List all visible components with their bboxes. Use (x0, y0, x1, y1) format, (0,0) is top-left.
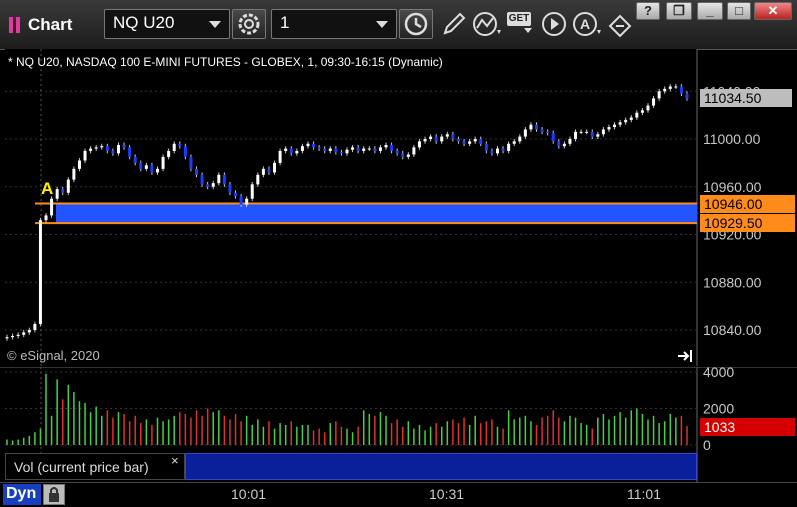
time-axis (0, 482, 797, 507)
chevron-down-icon (524, 28, 532, 33)
close-button[interactable]: ✕ (754, 2, 792, 20)
time-label-3: 11:01 (627, 486, 661, 502)
candle (278, 148, 282, 166)
volume-tick-label: 0 (703, 437, 711, 453)
chart-title: * NQ U20, NASDAQ 100 E-MINI FUTURES - GL… (8, 55, 443, 69)
dyn-mode-button[interactable]: Dyn (3, 484, 41, 505)
volume-close-icon[interactable]: × (171, 453, 179, 468)
cursor-icon[interactable] (606, 10, 634, 38)
interval-combo[interactable]: 1 (271, 9, 397, 39)
time-label-2: 10:31 (429, 486, 465, 502)
candle (50, 196, 54, 218)
marker-a[interactable]: A (41, 179, 53, 198)
price-tick-label: 10960.00 (703, 179, 762, 195)
upper-level-tag: 10946.00 (700, 195, 795, 213)
lock-button[interactable] (43, 484, 65, 505)
pencil-icon[interactable] (440, 10, 468, 38)
volume-info-bar (185, 453, 697, 480)
symbol-combo[interactable]: NQ U20 (104, 9, 230, 39)
time-label-1: 10:01 (231, 486, 267, 502)
volume-tick-label: 2000 (703, 401, 734, 417)
chart-window: Chart NQ U20 1 GET A ? ❐ _ □ ✕ 10840.00 1… (0, 0, 797, 507)
settings-icon (238, 13, 260, 35)
volume-tag: 1033 (700, 418, 795, 436)
restore-button[interactable]: ❐ (666, 2, 692, 20)
interval-value: 1 (280, 13, 290, 32)
get-button[interactable]: GET (507, 12, 535, 33)
svg-text:A: A (580, 16, 590, 32)
window-title: Chart (28, 15, 73, 34)
price-tick-label: 10840.00 (703, 322, 762, 338)
play-icon[interactable] (540, 10, 568, 38)
price-chart[interactable]: 10840.0010880.0010920.0010960.0011000.00… (0, 49, 797, 366)
maximize-button[interactable]: □ (727, 2, 751, 20)
chart-app-icon (8, 16, 24, 39)
clock-icon (404, 12, 428, 36)
scroll-to-end-icon[interactable] (677, 349, 695, 363)
time-button[interactable] (399, 9, 433, 39)
settings-button[interactable] (232, 9, 266, 39)
lower-level-tag: 10929.50 (700, 214, 795, 232)
candle (250, 181, 254, 202)
indicator-icon[interactable] (472, 10, 506, 38)
chevron-down-icon[interactable] (209, 21, 221, 28)
last-price-tag: 11034.50 (700, 89, 792, 107)
price-tick-label: 10880.00 (703, 274, 762, 290)
level-band[interactable] (56, 203, 697, 224)
candle (66, 177, 70, 196)
price-tick-label: 11000.00 (703, 131, 761, 147)
minimize-button[interactable]: _ (697, 2, 723, 20)
chevron-down-icon[interactable] (376, 21, 388, 28)
alert-icon[interactable]: A (572, 10, 606, 38)
copyright-text: © eSignal, 2020 (7, 348, 100, 363)
volume-label[interactable]: Vol (current price bar) (5, 453, 185, 480)
candle (189, 154, 193, 172)
lock-icon (49, 487, 59, 502)
help-button[interactable]: ? (636, 2, 660, 20)
candle (38, 217, 42, 327)
volume-tick-label: 4000 (703, 367, 734, 380)
symbol-value: NQ U20 (113, 13, 175, 32)
title-bar: Chart NQ U20 1 GET A ? ❐ _ □ ✕ (0, 0, 797, 50)
candle (161, 154, 165, 172)
get-label: GET (507, 12, 531, 26)
